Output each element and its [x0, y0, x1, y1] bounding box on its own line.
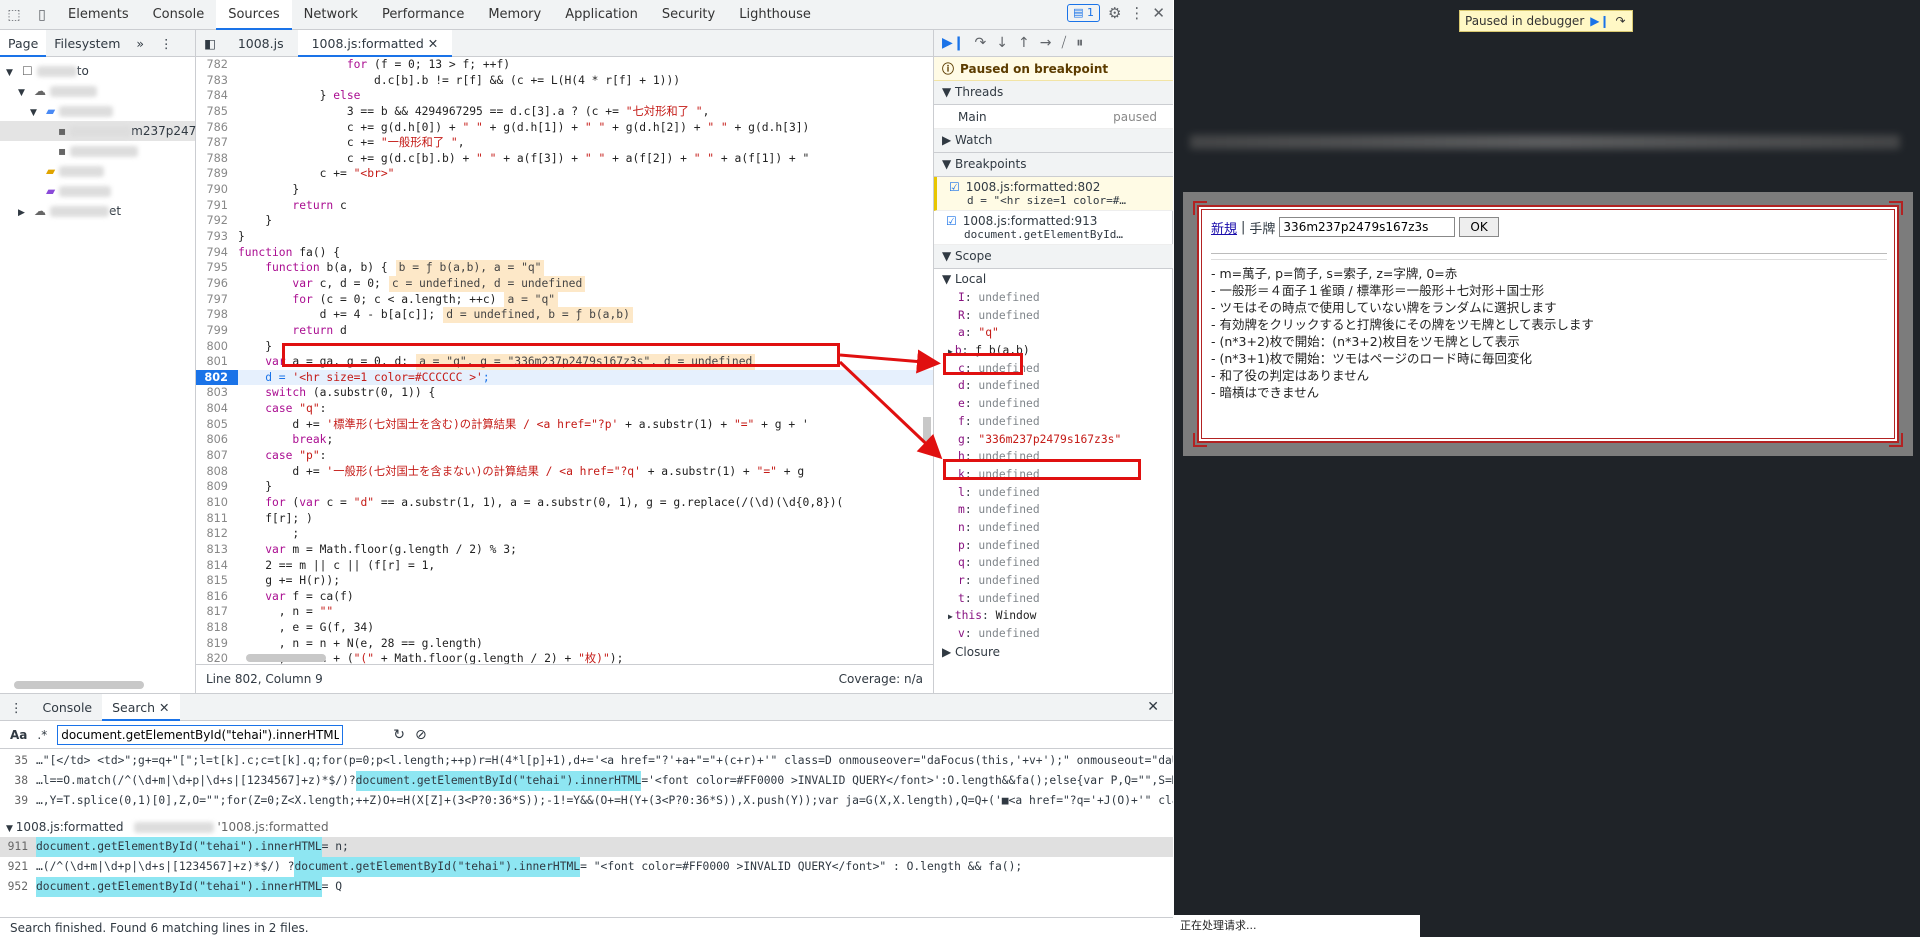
status-processing: 正在处理请求...	[1174, 915, 1420, 937]
resume-icon[interactable]: ▶❙	[1590, 14, 1609, 28]
corner-ornament	[1889, 433, 1903, 447]
rule-note: - 暗槓はできません	[1211, 385, 1320, 400]
step-over-icon[interactable]: ↷	[1616, 14, 1626, 28]
paused-in-debugger-badge: Paused in debugger ▶❙ ↷	[1459, 10, 1633, 32]
rule-note: - 和了役の判定はありません	[1211, 368, 1370, 383]
paused-badge-text: Paused in debugger	[1465, 14, 1585, 28]
blurred-title	[1190, 135, 1900, 149]
ok-button[interactable]: OK	[1459, 217, 1499, 237]
rule-note: - (n*3+1)枚で開始：ツモはページのロード時に毎回変化	[1211, 351, 1533, 366]
new-link[interactable]: 新規	[1211, 218, 1237, 237]
hand-input[interactable]	[1279, 217, 1456, 237]
rules-notes: - m=萬子, p=筒子, s=索子, z=字牌, 0=赤 - 一般形＝４面子１雀…	[1211, 265, 1594, 401]
mahjong-inner: 新規 | 手牌 OK - m=萬子, p=筒子, s=索子, z=字牌, 0=赤…	[1197, 205, 1899, 443]
rule-note: - 有効牌をクリックすると打牌後にその牌をツモ牌として表示します	[1211, 317, 1594, 332]
hand-label: 手牌	[1249, 221, 1276, 237]
hand-input-row: 新規 | 手牌 OK	[1211, 217, 1499, 237]
separator: |	[1241, 219, 1246, 235]
divider	[1211, 259, 1887, 260]
divider	[1211, 253, 1887, 254]
corner-ornament	[1193, 201, 1207, 215]
corner-ornament	[1889, 201, 1903, 215]
rule-note: - (n*3+2)枚で開始：(n*3+2)枚目をツモ牌として表示	[1211, 334, 1520, 349]
rule-note: - 一般形＝４面子１雀頭 / 標準形＝一般形＋七対形＋国士形	[1211, 283, 1545, 298]
corner-ornament	[1193, 433, 1207, 447]
rule-note: - ツモはその時点で使用していない牌をランダムに選択します	[1211, 300, 1557, 315]
mahjong-panel: 新規 | 手牌 OK - m=萬子, p=筒子, s=索子, z=字牌, 0=赤…	[1183, 192, 1913, 456]
annotation-arrows	[838, 349, 943, 460]
rule-note: - m=萬子, p=筒子, s=索子, z=字牌, 0=赤	[1211, 266, 1458, 281]
